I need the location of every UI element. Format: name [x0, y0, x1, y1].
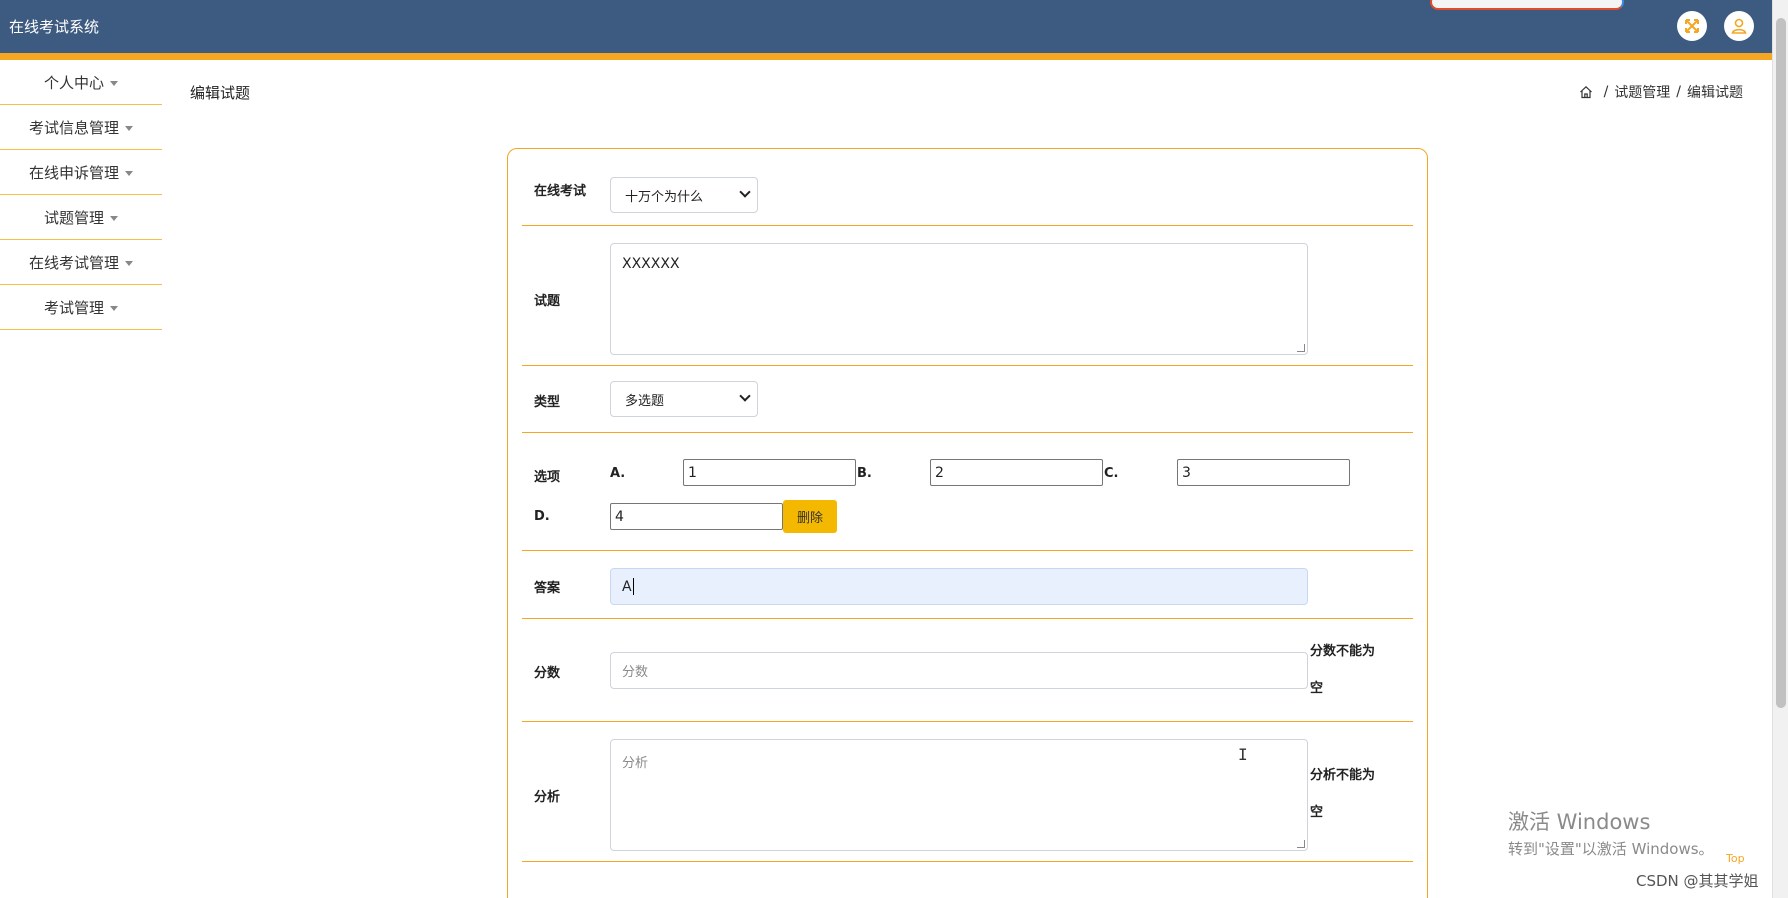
option-b-input[interactable]: 2	[930, 459, 1103, 486]
page-scrollbar[interactable]	[1772, 0, 1788, 898]
type-label: 类型	[534, 395, 561, 410]
sidebar-item-label: 考试管理	[43, 298, 104, 317]
type-select-value: 多选题	[625, 393, 665, 409]
edit-question-form: 在线考试 十万个为什么 试题 XXXXXX 类型 多选题 选项 A. 1 B. …	[507, 148, 1428, 898]
score-input[interactable]: 分数	[610, 652, 1308, 689]
caret-down-icon	[110, 305, 118, 311]
chevron-down-icon	[739, 186, 751, 198]
watermark-line1: 激活 Windows	[1508, 810, 1651, 834]
score-hint-line2: 空	[1310, 681, 1324, 696]
header: 在线考试系统	[0, 0, 1772, 53]
sidebar-item-label: 个人中心	[43, 73, 104, 92]
answer-input[interactable]: A	[610, 568, 1308, 605]
option-d-input[interactable]: 4	[610, 503, 783, 530]
delete-option-button[interactable]: 删除	[783, 500, 837, 533]
sidebar-item-online-exam[interactable]: 在线考试管理	[0, 240, 162, 285]
header-accent-stripe	[0, 53, 1772, 60]
caret-down-icon	[125, 125, 133, 131]
analysis-hint-line2: 空	[1310, 805, 1324, 820]
form-row-question: 试题 XXXXXX	[522, 226, 1413, 366]
options-label: 选项	[534, 470, 561, 485]
analysis-label: 分析	[534, 790, 561, 805]
option-a-input[interactable]: 1	[683, 459, 856, 486]
header-partial-widget	[1430, 0, 1624, 10]
form-row-analysis: 分析 分析 分析不能为 空	[522, 722, 1413, 862]
sidebar-item-questions[interactable]: 试题管理	[0, 195, 162, 240]
analysis-error-hint: 分析不能为 空	[1310, 757, 1390, 831]
chevron-down-icon	[739, 390, 751, 402]
caret-down-icon	[125, 170, 133, 176]
option-d-letter: D.	[534, 509, 550, 524]
form-row-options: 选项 A. 1 B. 2 C. 3 D. 4 删除	[522, 433, 1413, 551]
text-caret	[632, 578, 634, 595]
score-label: 分数	[534, 666, 561, 681]
option-c-value: 3	[1182, 464, 1191, 481]
breadcrumb-separator: /	[1676, 84, 1681, 100]
fullscreen-button[interactable]	[1677, 11, 1707, 41]
score-hint-line1: 分数不能为	[1310, 644, 1376, 659]
option-d-value: 4	[615, 508, 624, 525]
sidebar-item-exam-management[interactable]: 考试管理	[0, 285, 162, 330]
option-c-letter: C.	[1104, 466, 1119, 481]
analysis-hint-line1: 分析不能为	[1310, 768, 1376, 783]
fullscreen-icon	[1685, 19, 1699, 33]
sidebar-item-label: 在线申诉管理	[28, 163, 119, 182]
user-menu-button[interactable]	[1724, 11, 1754, 41]
sidebar-item-personal-center[interactable]: 个人中心	[0, 60, 162, 105]
breadcrumb-separator: /	[1603, 84, 1609, 100]
scrollbar-thumb[interactable]	[1776, 18, 1786, 708]
ibeam-cursor-icon: I	[1238, 745, 1248, 764]
exam-select[interactable]: 十万个为什么	[610, 177, 758, 213]
option-a-letter: A.	[610, 466, 626, 481]
sidebar: 个人中心 考试信息管理 在线申诉管理 试题管理 在线考试管理 考试管理	[0, 60, 162, 330]
resize-handle-icon[interactable]	[1297, 840, 1305, 848]
page: 在线考试系统 个人中心 考试信息管理 在线申诉管理 试题管理 在线考试管理 考试…	[0, 0, 1788, 898]
watermark-line2: 转到"设置"以激活 Windows。	[1508, 840, 1714, 858]
score-placeholder: 分数	[622, 665, 649, 680]
caret-down-icon	[125, 260, 133, 266]
sidebar-item-appeals[interactable]: 在线申诉管理	[0, 150, 162, 195]
form-row-answer: 答案 A	[522, 551, 1413, 619]
home-icon[interactable]	[1579, 85, 1593, 99]
resize-handle-icon[interactable]	[1297, 344, 1305, 352]
sidebar-item-exam-info[interactable]: 考试信息管理	[0, 105, 162, 150]
form-row-score: 分数 分数 分数不能为 空	[522, 619, 1413, 722]
windows-activation-watermark: 激活 Windows 转到"设置"以激活 Windows。	[1508, 806, 1714, 859]
sidebar-item-label: 在线考试管理	[28, 253, 119, 272]
question-textarea[interactable]: XXXXXX	[610, 243, 1308, 355]
option-b-letter: B.	[857, 466, 872, 481]
sidebar-item-label: 考试信息管理	[28, 118, 119, 137]
answer-label: 答案	[534, 581, 561, 596]
question-text: XXXXXX	[622, 256, 680, 272]
caret-down-icon	[110, 215, 118, 221]
question-label: 试题	[534, 294, 561, 309]
option-a-value: 1	[688, 464, 697, 481]
analysis-textarea[interactable]: 分析	[610, 739, 1308, 851]
sidebar-item-label: 试题管理	[43, 208, 104, 227]
breadcrumb: / 试题管理 / 编辑试题	[1579, 82, 1743, 102]
option-b-value: 2	[935, 464, 944, 481]
form-row-type: 类型 多选题	[522, 366, 1413, 433]
caret-down-icon	[110, 80, 118, 86]
exam-select-value: 十万个为什么	[625, 189, 704, 205]
breadcrumb-item-current: 编辑试题	[1687, 85, 1743, 101]
analysis-placeholder: 分析	[622, 756, 649, 771]
exam-label: 在线考试	[534, 184, 587, 199]
back-to-top-link[interactable]: Top	[1726, 852, 1745, 865]
score-error-hint: 分数不能为 空	[1310, 633, 1390, 707]
breadcrumb-item-questions[interactable]: 试题管理	[1614, 82, 1670, 102]
option-c-input[interactable]: 3	[1177, 459, 1350, 486]
form-row-exam: 在线考试 十万个为什么	[522, 149, 1413, 226]
type-select[interactable]: 多选题	[610, 381, 758, 417]
answer-value: A	[622, 578, 632, 595]
csdn-watermark: CSDN @其其学姐	[1636, 872, 1759, 890]
user-icon	[1731, 18, 1747, 34]
page-title: 编辑试题	[190, 84, 251, 102]
app-title: 在线考试系统	[9, 18, 100, 36]
